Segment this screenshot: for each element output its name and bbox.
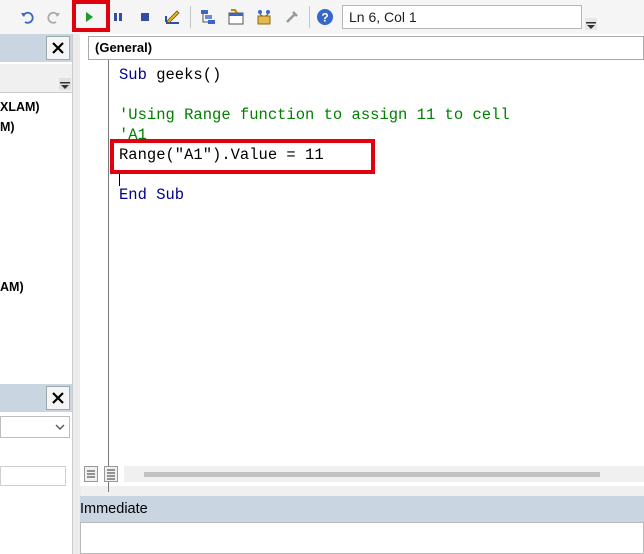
code-end-sub[interactable]: End Sub	[119, 186, 184, 204]
immediate-window-header: Immediate	[80, 496, 644, 522]
code-text: geeks()	[146, 66, 222, 84]
undo-icon[interactable]	[17, 7, 37, 27]
code-line-1[interactable]: Sub geeks()	[119, 66, 221, 84]
statement-highlight-box	[110, 139, 375, 174]
properties-icon[interactable]	[226, 7, 246, 27]
properties-object-dropdown[interactable]	[0, 416, 70, 438]
object-browser-icon[interactable]	[254, 7, 274, 27]
toolbox-icon[interactable]	[282, 7, 302, 27]
toolbar: ? Ln 6, Col 1	[0, 0, 644, 34]
reset-icon[interactable]	[135, 7, 155, 27]
code-comment[interactable]: 'Using Range function to assign 11 to ce…	[119, 106, 510, 124]
break-icon[interactable]	[108, 7, 128, 27]
panel-dropdown-icon[interactable]	[59, 78, 71, 90]
project-item[interactable]: AM)	[0, 280, 24, 294]
object-dropdown[interactable]: (General)	[88, 36, 644, 60]
code-window: (General) Sub geeks() 'Using Range funct…	[80, 34, 644, 492]
project-explorer-panel: XLAM) M) AM)	[0, 34, 72, 554]
project-explorer-icon[interactable]	[198, 7, 218, 27]
properties-grid	[0, 466, 66, 486]
scrollbar-thumb[interactable]	[144, 472, 600, 477]
close-icon[interactable]	[46, 36, 70, 60]
margin-indicator-bar	[108, 60, 109, 492]
project-item[interactable]: M)	[0, 120, 15, 134]
immediate-window[interactable]	[80, 522, 644, 554]
full-module-view-button[interactable]	[104, 466, 118, 482]
horizontal-scrollbar[interactable]	[124, 466, 644, 482]
redo-icon[interactable]	[44, 7, 64, 27]
run-highlight-box	[72, 0, 110, 32]
project-explorer-header	[0, 34, 72, 62]
design-mode-icon[interactable]	[163, 7, 183, 27]
project-toolbar	[0, 64, 72, 93]
cursor-position-status: Ln 6, Col 1	[342, 5, 582, 29]
svg-text:?: ?	[321, 11, 328, 25]
properties-header	[0, 384, 72, 412]
procedure-view-button[interactable]	[84, 466, 98, 482]
project-item[interactable]: XLAM)	[0, 100, 40, 114]
keyword: Sub	[119, 66, 147, 84]
help-icon[interactable]: ?	[315, 7, 335, 27]
toolbar-options-icon[interactable]	[585, 18, 597, 30]
close-icon[interactable]	[46, 386, 70, 410]
